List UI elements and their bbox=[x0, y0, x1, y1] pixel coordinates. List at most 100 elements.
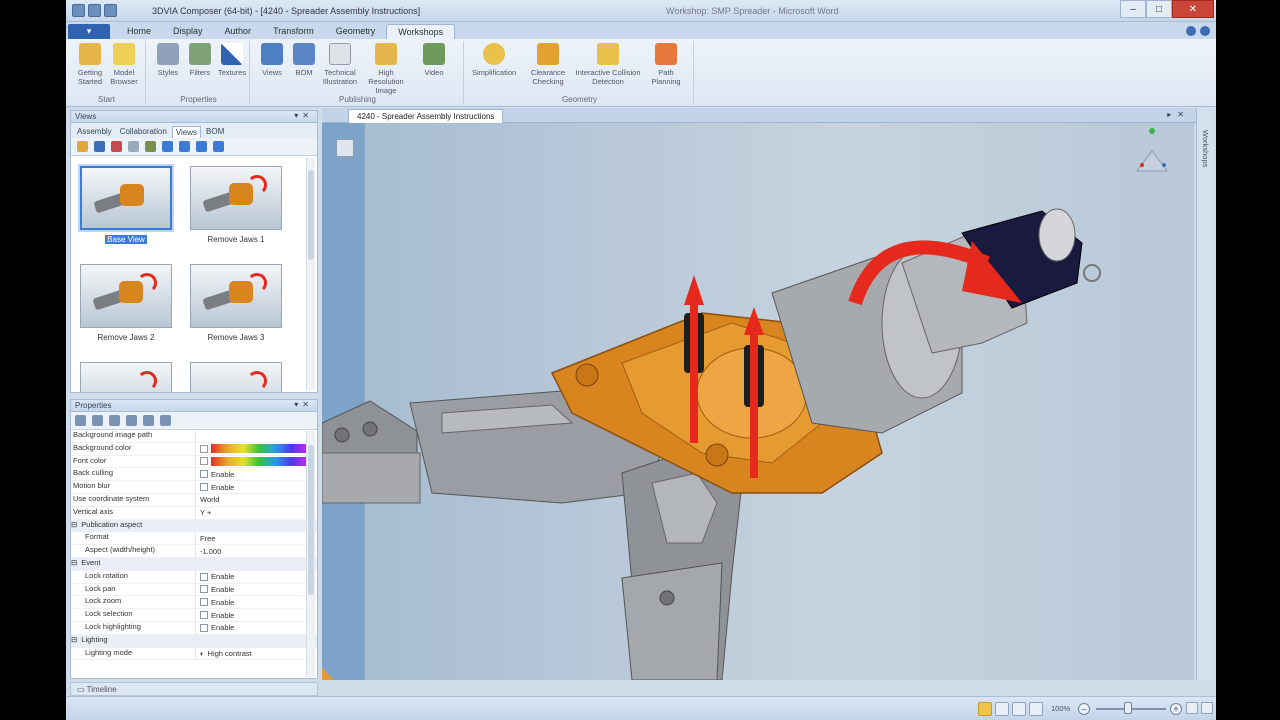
scroll-thumb[interactable] bbox=[308, 445, 314, 595]
zoom-slider-knob[interactable] bbox=[1124, 702, 1132, 714]
property-value[interactable]: World▼ bbox=[195, 493, 317, 506]
tab-bom[interactable]: BOM bbox=[203, 126, 227, 138]
property-section[interactable]: ⊟ Publication aspect bbox=[71, 519, 317, 533]
view-thumbnail-remove-jaws-2[interactable]: Remove Jaws 2 bbox=[77, 264, 175, 342]
property-value[interactable]: Enable bbox=[195, 609, 317, 621]
property-value[interactable] bbox=[195, 442, 317, 455]
property-section[interactable]: ⊟ Event bbox=[71, 557, 317, 571]
tab-collaboration[interactable]: Collaboration bbox=[117, 126, 170, 138]
checkbox[interactable] bbox=[200, 598, 208, 607]
tab-display[interactable]: Display bbox=[162, 24, 214, 39]
document-tab[interactable]: 4240 - Spreader Assembly Instructions bbox=[348, 109, 504, 123]
styles-button[interactable]: Styles bbox=[150, 43, 186, 77]
view-thumbnail-base[interactable]: Base View bbox=[77, 166, 175, 244]
alphabetical-icon[interactable] bbox=[92, 415, 103, 426]
timeline-tab[interactable]: ▭ Timeline bbox=[70, 682, 318, 696]
checkbox[interactable] bbox=[200, 572, 208, 581]
high-resolution-image-button[interactable]: High Resolution Image bbox=[364, 43, 408, 95]
clearance-checking-button[interactable]: Clearance Checking bbox=[528, 43, 568, 86]
select-mode-icon[interactable] bbox=[978, 702, 992, 716]
property-value[interactable]: Enable bbox=[195, 621, 317, 634]
layout-icon[interactable] bbox=[1186, 702, 1198, 714]
close-button[interactable]: ✕ bbox=[1172, 0, 1214, 18]
fit-mode-icon[interactable] bbox=[1029, 702, 1043, 716]
apply-icon[interactable] bbox=[160, 415, 171, 426]
panel-pin-close-icon[interactable]: ▾✕ bbox=[294, 111, 313, 120]
property-filter-icon[interactable] bbox=[109, 415, 120, 426]
tab-views[interactable]: Views bbox=[171, 126, 202, 138]
checkbox[interactable] bbox=[200, 483, 208, 492]
tab-workshops[interactable]: Workshops bbox=[386, 24, 456, 39]
property-value[interactable]: -1.000 bbox=[195, 545, 317, 557]
help-icon[interactable] bbox=[1186, 26, 1196, 36]
tab-scroll-arrows[interactable]: ▸✕ bbox=[1167, 110, 1190, 119]
tab-home[interactable]: Home bbox=[116, 24, 162, 39]
path-planning-button[interactable]: Path Planning bbox=[646, 43, 686, 86]
options-icon[interactable] bbox=[1200, 26, 1210, 36]
color-swatch[interactable] bbox=[200, 457, 208, 466]
categorized-icon[interactable] bbox=[75, 415, 86, 426]
navigation-triad-icon[interactable] bbox=[1136, 128, 1168, 172]
view-thumbnail-remove-jaws-1[interactable]: Remove Jaws 1 bbox=[187, 166, 285, 244]
model-browser-button[interactable]: Model Browser bbox=[106, 43, 142, 86]
views-scrollbar[interactable] bbox=[306, 158, 315, 390]
application-menu-button[interactable]: ▾ bbox=[68, 24, 110, 39]
property-pages-icon[interactable] bbox=[143, 415, 154, 426]
views-button[interactable]: Views bbox=[254, 43, 290, 77]
property-section[interactable]: ⊟ Lighting bbox=[71, 634, 317, 648]
scroll-thumb[interactable] bbox=[308, 170, 314, 260]
minimize-button[interactable]: – bbox=[1120, 0, 1146, 18]
property-value[interactable]: Free▼ bbox=[195, 532, 317, 545]
zoom-out-button[interactable]: – bbox=[1078, 703, 1090, 715]
3d-viewport[interactable]: holmatro bbox=[322, 123, 1194, 680]
property-options-icon[interactable] bbox=[126, 415, 137, 426]
grid-mode-icon[interactable] bbox=[1012, 702, 1026, 716]
edit-view-icon[interactable] bbox=[145, 141, 156, 152]
move-last-icon[interactable] bbox=[213, 141, 224, 152]
properties-scrollbar[interactable] bbox=[306, 431, 315, 677]
tab-transform[interactable]: Transform bbox=[262, 24, 325, 39]
layout-icon[interactable] bbox=[1201, 702, 1213, 714]
bom-button[interactable]: BOM bbox=[286, 43, 322, 77]
maximize-button[interactable]: □ bbox=[1146, 0, 1172, 18]
pan-mode-icon[interactable] bbox=[995, 702, 1009, 716]
property-value[interactable]: Enable bbox=[195, 596, 317, 609]
tab-geometry[interactable]: Geometry bbox=[325, 24, 387, 39]
checkbox[interactable] bbox=[200, 611, 208, 620]
getting-started-button[interactable]: Getting Started bbox=[72, 43, 108, 86]
checkbox[interactable] bbox=[200, 470, 208, 479]
property-value[interactable]: Enable bbox=[195, 468, 317, 481]
property-value[interactable]: Enable bbox=[195, 570, 317, 583]
interactive-collision-detection-button[interactable]: Interactive Collision Detection bbox=[574, 43, 642, 86]
checkbox[interactable] bbox=[200, 623, 208, 632]
property-value[interactable]: Enable bbox=[195, 583, 317, 596]
view-thumbnail-partial[interactable] bbox=[187, 362, 285, 392]
filters-button[interactable]: Filters bbox=[182, 43, 218, 77]
delete-view-icon[interactable] bbox=[111, 141, 122, 152]
video-button[interactable]: Video bbox=[416, 43, 452, 77]
color-palette[interactable] bbox=[211, 444, 307, 454]
color-palette[interactable] bbox=[211, 456, 307, 466]
workshops-sidebar[interactable]: Workshops bbox=[1196, 108, 1214, 680]
simplification-button[interactable]: Simplification bbox=[472, 43, 516, 77]
textures-button[interactable]: Textures bbox=[214, 43, 250, 77]
view-thumbnail-partial[interactable] bbox=[77, 362, 175, 392]
move-first-icon[interactable] bbox=[196, 141, 207, 152]
tab-author[interactable]: Author bbox=[214, 24, 263, 39]
app-logo-icon[interactable] bbox=[72, 4, 85, 17]
move-down-icon[interactable] bbox=[179, 141, 190, 152]
color-swatch[interactable] bbox=[200, 444, 208, 453]
move-up-icon[interactable] bbox=[162, 141, 173, 152]
checkbox[interactable] bbox=[200, 585, 208, 594]
view-thumbnail-remove-jaws-3[interactable]: Remove Jaws 3 bbox=[187, 264, 285, 342]
new-view-icon[interactable] bbox=[77, 141, 88, 152]
property-value[interactable] bbox=[195, 430, 317, 442]
panel-pin-close-icon[interactable]: ▾✕ bbox=[294, 400, 313, 409]
save-icon[interactable] bbox=[88, 4, 101, 17]
property-value[interactable]: Y +▼ bbox=[195, 506, 317, 519]
property-value[interactable] bbox=[195, 455, 317, 468]
tab-assembly[interactable]: Assembly bbox=[74, 126, 115, 138]
property-value[interactable]: Enable bbox=[195, 481, 317, 493]
undo-icon[interactable] bbox=[104, 4, 117, 17]
technical-illustration-button[interactable]: Technical Illustration bbox=[322, 43, 358, 86]
